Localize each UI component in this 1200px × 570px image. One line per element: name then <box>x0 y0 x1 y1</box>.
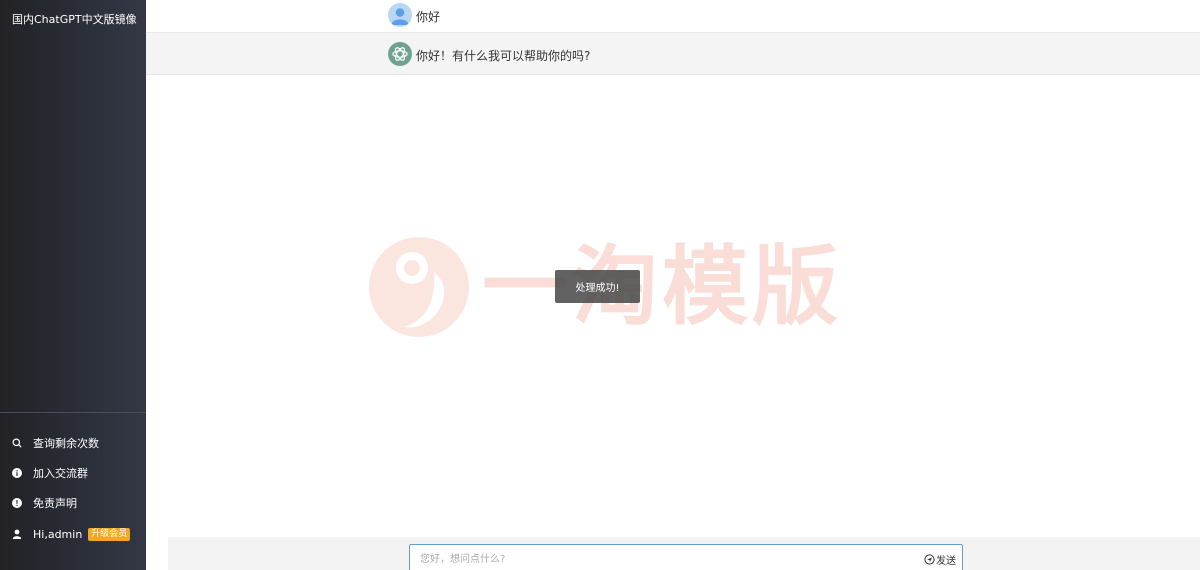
watermark-logo-icon <box>369 237 469 337</box>
composer-bar: 发送 <box>168 537 1200 570</box>
send-label: 发送 <box>936 555 956 567</box>
composer-input-box: 发送 <box>409 544 963 570</box>
send-icon <box>924 553 935 565</box>
user-greeting: Hi,admin <box>33 527 83 541</box>
alert-icon <box>12 498 22 508</box>
app-title: 国内ChatGPT中文版镜像 <box>12 13 137 26</box>
sidebar-item-query-remaining[interactable]: 查询剩余次数 <box>12 433 99 453</box>
sidebar-item-join-group[interactable]: 加入交流群 <box>12 463 88 483</box>
sidebar-item-label: 免责声明 <box>33 497 77 510</box>
message-input[interactable] <box>420 551 910 567</box>
sidebar-item-label: 查询剩余次数 <box>33 437 99 450</box>
success-toast: 处理成功! <box>555 270 640 303</box>
sidebar-divider <box>0 412 146 413</box>
sidebar-item-label: 加入交流群 <box>33 467 88 480</box>
chat-message-assistant: 你好！有什么我可以帮助你的吗? <box>146 32 1200 75</box>
search-icon <box>12 438 22 448</box>
sidebar: 国内ChatGPT中文版镜像 查询剩余次数 加入交流群 免责声明 Hi,admi… <box>0 0 146 570</box>
info-icon <box>12 468 22 478</box>
user-icon <box>12 529 22 539</box>
chat-message-user: 你好 <box>146 0 1200 32</box>
watermark-text: 一淘模版 <box>482 237 842 337</box>
upgrade-member-badge[interactable]: 升级会员 <box>88 527 131 541</box>
sidebar-item-user[interactable]: Hi,admin 升级会员 <box>12 524 131 544</box>
message-text: 你好！有什么我可以帮助你的吗? <box>416 49 591 63</box>
user-avatar-icon <box>388 3 412 27</box>
message-text: 你好 <box>416 10 441 24</box>
send-button[interactable]: 发送 <box>924 551 956 567</box>
sidebar-item-disclaimer[interactable]: 免责声明 <box>12 493 77 513</box>
chat-area: 你好 你好！有什么我可以帮助你的吗? 一淘模版 处理成功! 您好，想问点什么? … <box>146 0 1200 570</box>
openai-logo-icon <box>388 42 412 66</box>
